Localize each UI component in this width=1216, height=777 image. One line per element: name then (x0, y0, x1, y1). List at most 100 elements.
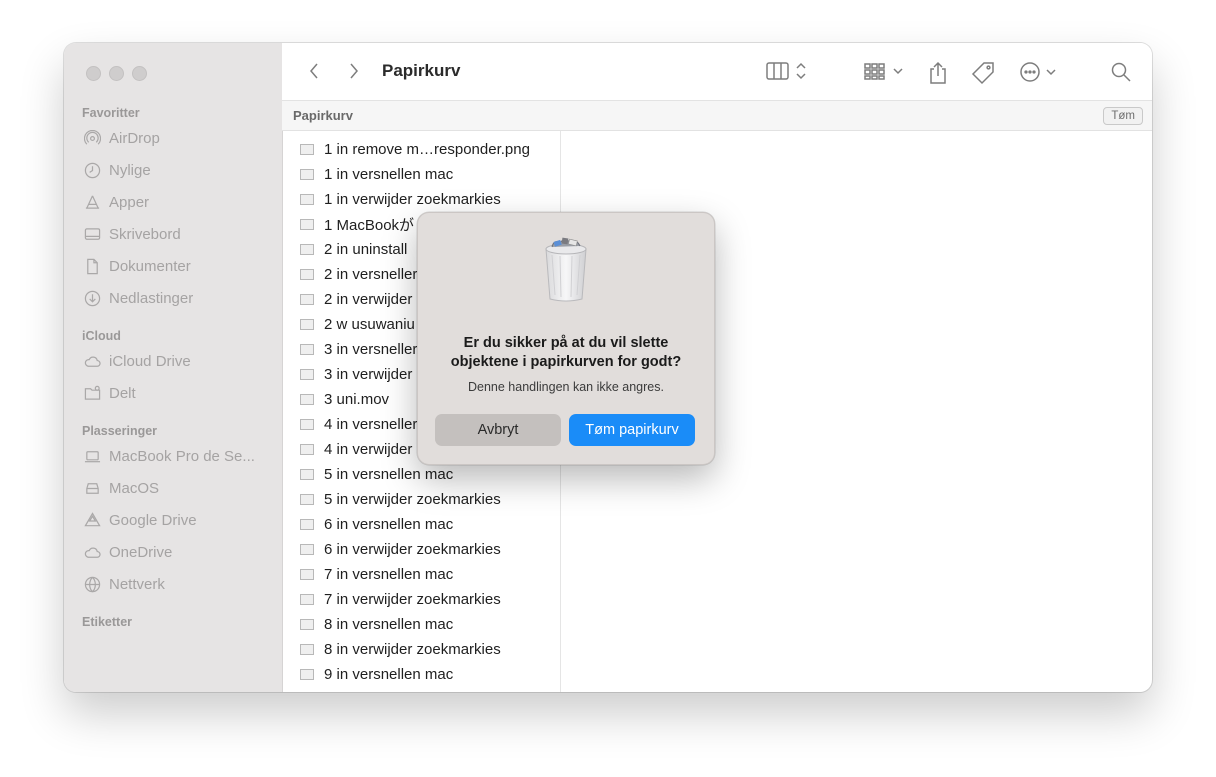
sidebar-item-label: Nedlastinger (109, 289, 194, 307)
sidebar-item-label: Nettverk (109, 575, 165, 593)
file-name: 1 MacBookが (324, 216, 415, 234)
file-thumbnail-icon (300, 418, 314, 430)
desktop-icon (82, 224, 102, 244)
file-thumbnail-icon (300, 518, 314, 530)
file-name: 7 in verwijder zoekmarkies (324, 590, 501, 608)
clock-icon (82, 160, 102, 180)
sidebar-item-google-drive[interactable]: Google Drive (82, 508, 197, 532)
zoom-window-button[interactable] (132, 66, 147, 81)
search-icon[interactable] (1110, 61, 1132, 83)
minimize-window-button[interactable] (109, 66, 124, 81)
sidebar-item-dokumenter[interactable]: Dokumenter (82, 254, 191, 278)
file-row[interactable]: 1 in verwijder zoekmarkies (300, 188, 501, 210)
back-icon[interactable] (308, 61, 320, 81)
file-name: 4 in verwijder (324, 440, 413, 458)
file-row[interactable]: 4 in versneller (300, 413, 417, 435)
file-thumbnail-icon (300, 243, 314, 255)
file-row[interactable]: 5 in versnellen mac (300, 463, 453, 485)
file-row[interactable]: 1 in versnellen mac (300, 163, 453, 185)
sidebar-item-nylige[interactable]: Nylige (82, 158, 151, 182)
file-row[interactable]: 8 in versnellen mac (300, 613, 453, 635)
sidebar-item-label: Skrivebord (109, 225, 181, 243)
file-row[interactable]: 7 in verwijder zoekmarkies (300, 588, 501, 610)
forward-icon[interactable] (348, 61, 360, 81)
file-row[interactable]: 2 in uninstall (300, 238, 407, 260)
tag-icon[interactable] (970, 61, 996, 85)
cloud-icon (82, 351, 102, 371)
sidebar-item-skrivebord[interactable]: Skrivebord (82, 222, 181, 246)
file-row[interactable]: 6 in verwijder zoekmarkies (300, 538, 501, 560)
file-row[interactable]: 1 in remove m…responder.png (300, 138, 530, 160)
file-row[interactable]: 3 uni.mov (300, 388, 389, 410)
shared-folder-icon (82, 383, 102, 403)
path-bar: Papirkurv Tøm (282, 101, 1152, 131)
file-thumbnail-icon (300, 643, 314, 655)
sidebar-section-heading: iCloud (82, 329, 121, 343)
document-icon (82, 256, 102, 276)
file-name: 5 in versnellen mac (324, 465, 454, 483)
sidebar-item-onedrive[interactable]: OneDrive (82, 540, 172, 564)
download-icon (82, 288, 102, 308)
file-row[interactable]: 9 in versnellen mac (300, 663, 453, 685)
file-thumbnail-icon (300, 343, 314, 355)
sidebar-item-nettverk[interactable]: Nettverk (82, 572, 165, 596)
google-drive-icon (82, 510, 102, 530)
sidebar-item-nedlastinger[interactable]: Nedlastinger (82, 286, 193, 310)
more-actions-icon[interactable] (1019, 61, 1063, 83)
cancel-button[interactable]: Avbryt (435, 414, 561, 446)
file-row[interactable]: 3 in versneller (300, 338, 417, 360)
network-icon (82, 574, 102, 594)
file-row[interactable]: 5 in verwijder zoekmarkies (300, 488, 501, 510)
file-row[interactable]: 2 in versneller (300, 263, 417, 285)
sidebar-section-heading: Plasseringer (82, 424, 158, 438)
dialog-message: Er du sikker på at du vil slette objekte… (450, 335, 682, 370)
airdrop-icon (82, 128, 102, 148)
file-thumbnail-icon (300, 143, 314, 155)
sidebar-item-label: MacOS (109, 479, 160, 497)
close-window-button[interactable] (86, 66, 101, 81)
file-row[interactable]: 2 in verwijder (300, 288, 412, 310)
file-thumbnail-icon (300, 218, 314, 230)
file-thumbnail-icon (300, 368, 314, 380)
file-name: 3 in versneller (324, 340, 418, 358)
file-name: 3 in verwijder (324, 365, 413, 383)
group-icon[interactable] (864, 61, 906, 81)
file-thumbnail-icon (300, 618, 314, 630)
window-controls (86, 66, 147, 81)
sidebar-item-label: MacBook Pro de Se... (109, 447, 255, 465)
sidebar-item-airdrop[interactable]: AirDrop (82, 126, 160, 150)
share-icon[interactable] (927, 61, 949, 85)
file-row[interactable]: 4 in verwijder (300, 438, 412, 460)
file-thumbnail-icon (300, 393, 314, 405)
file-name: 1 in remove m…responder.png (324, 140, 530, 158)
file-row[interactable]: 3 in verwijder (300, 363, 412, 385)
file-row[interactable]: 7 in versnellen mac (300, 563, 453, 585)
file-thumbnail-icon (300, 468, 314, 480)
sidebar-item-apper[interactable]: Apper (82, 190, 149, 214)
disk-icon (82, 478, 102, 498)
sidebar-item-label: AirDrop (109, 129, 160, 147)
empty-trash-confirm-button[interactable]: Tøm papirkurv (569, 414, 695, 446)
sidebar-item-delt[interactable]: Delt (82, 381, 136, 405)
sidebar-item-macos[interactable]: MacOS (82, 476, 159, 500)
file-name: 9 in versnellen mac (324, 665, 454, 683)
file-thumbnail-icon (300, 443, 314, 455)
file-row[interactable]: 1 MacBookが (300, 213, 414, 235)
empty-trash-button[interactable]: Tøm (1103, 107, 1143, 125)
sidebar-item-label: Apper (109, 193, 150, 211)
empty-trash-dialog: Er du sikker på at du vil slette objekte… (417, 212, 715, 465)
file-row[interactable]: 6 in versnellen mac (300, 513, 453, 535)
file-name: 6 in verwijder zoekmarkies (324, 540, 501, 558)
sidebar-item-icloud-drive[interactable]: iCloud Drive (82, 349, 191, 373)
sidebar-item-macbook-pro-de-se[interactable]: MacBook Pro de Se... (82, 444, 255, 468)
sidebar-item-label: OneDrive (109, 543, 173, 561)
sidebar-section-heading: Etiketter (82, 615, 133, 629)
sidebar-item-label: Google Drive (109, 511, 197, 529)
file-name: 4 in versneller (324, 415, 418, 433)
window-title: Papirkurv (382, 61, 461, 80)
column-view-icon[interactable] (766, 61, 812, 81)
file-thumbnail-icon (300, 293, 314, 305)
file-row[interactable]: 2 w usuwaniu (300, 313, 415, 335)
laptop-icon (82, 446, 102, 466)
file-row[interactable]: 8 in verwijder zoekmarkies (300, 638, 501, 660)
